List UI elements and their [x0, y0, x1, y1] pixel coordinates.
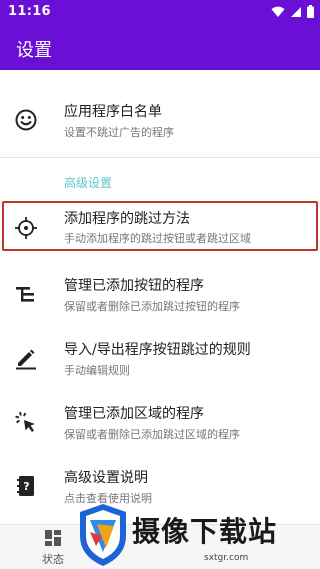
manage-buttons-item[interactable]: 管理已添加按钮的程序 保留或者删除已添加跳过按钮的程序	[0, 262, 320, 326]
status-time: 11:16	[8, 4, 51, 19]
import-export-title: 导入/导出程序按钮跳过的规则	[64, 342, 251, 358]
advanced-section-header: 高级设置	[64, 176, 113, 190]
status-icons	[271, 5, 314, 18]
nav-status-label: 状态	[42, 553, 64, 566]
status-bar: 11:16	[0, 0, 320, 24]
whitelist-subtitle: 设置不跳过广告的程序	[64, 126, 174, 139]
whitelist-title: 应用程序白名单	[64, 104, 162, 120]
smiley-icon	[15, 109, 37, 131]
pencil-icon	[16, 349, 36, 370]
whitelist-item[interactable]: 应用程序白名单 设置不跳过广告的程序	[0, 88, 320, 152]
settings-list: 应用程序白名单 设置不跳过广告的程序 高级设置 添加程序的跳过方法 手动添加程序…	[0, 70, 320, 524]
watermark-url: sxtgr.com	[204, 553, 249, 563]
watermark: 摄像下载站 sxtgr.com	[76, 502, 320, 569]
click-cursor-icon	[15, 411, 35, 432]
svg-text:?: ?	[23, 480, 29, 493]
import-export-item[interactable]: 导入/导出程序按钮跳过的规则 手动编辑规则	[0, 326, 320, 390]
advanced-help-title: 高级设置说明	[64, 470, 148, 486]
section-divider	[0, 157, 320, 158]
manage-regions-item[interactable]: 管理已添加区域的程序 保留或者删除已添加跳过区域的程序	[0, 390, 320, 454]
import-export-subtitle: 手动编辑规则	[64, 364, 130, 377]
wifi-icon	[271, 6, 285, 17]
manage-buttons-subtitle: 保留或者删除已添加跳过按钮的程序	[64, 300, 240, 313]
dashboard-icon	[45, 530, 61, 546]
shield-logo-icon	[80, 504, 126, 566]
manage-regions-title: 管理已添加区域的程序	[64, 406, 204, 422]
watermark-text: 摄像下载站	[132, 515, 278, 548]
highlight-box	[2, 201, 318, 251]
app-bar: 设置	[0, 24, 320, 70]
list-tree-icon	[16, 287, 34, 302]
help-book-icon: ?	[17, 476, 34, 496]
manage-regions-subtitle: 保留或者删除已添加跳过区域的程序	[64, 428, 240, 441]
battery-icon	[307, 5, 314, 18]
manage-buttons-title: 管理已添加按钮的程序	[64, 278, 204, 294]
page-title: 设置	[16, 40, 52, 61]
nav-status-tab[interactable]: 状态	[34, 529, 74, 567]
signal-icon	[291, 6, 301, 17]
